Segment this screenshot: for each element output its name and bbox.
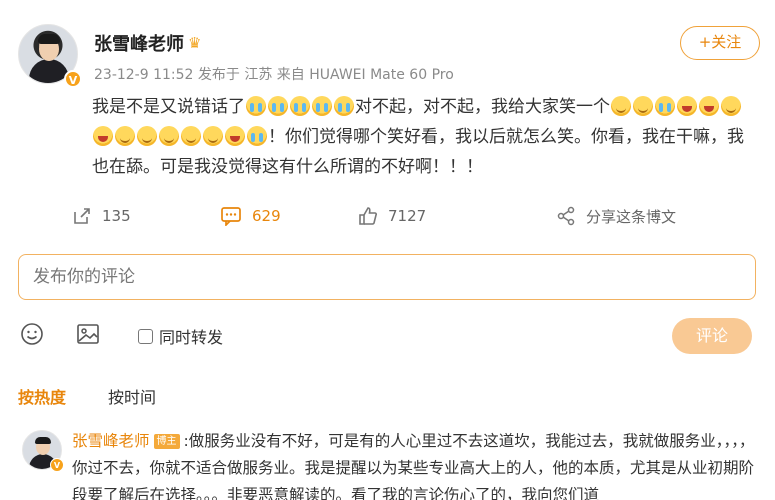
tab-sort-by-hot[interactable]: 按热度 (18, 384, 66, 408)
action-bar: 135 629 7127 分享这条博文 (0, 196, 775, 236)
smile-emoji-icon (159, 126, 179, 146)
crying-emoji-icon (247, 126, 267, 146)
author-tag-badge: 博主 (153, 434, 180, 449)
crown-icon: ♛ (188, 34, 202, 52)
comment-count: 629 (252, 207, 281, 225)
post-text-part1: 我是不是又说错话了 (92, 97, 245, 117)
crying-emoji-icon (334, 96, 354, 116)
post-meta: 23-12-9 11:52 发布于 江苏 来自 HUAWEI Mate 60 P… (94, 67, 454, 83)
smile-emoji-icon (721, 96, 741, 116)
smile-emoji-icon (181, 126, 201, 146)
repost-icon (74, 208, 90, 224)
comment-input[interactable] (18, 254, 756, 300)
author-name[interactable]: 张雪峰老师 ♛ (94, 30, 201, 56)
smile-emoji-icon (203, 126, 223, 146)
emoji-icon (21, 323, 43, 345)
smile-emoji-icon (633, 96, 653, 116)
share-icon (557, 206, 575, 226)
smile-emoji-icon (115, 126, 135, 146)
comment-text: 张雪峰老师 博主:做服务业没有不好，可是有的人心里过不去这道坎，我能过去，我就做服… (72, 428, 762, 500)
crying-emoji-icon (312, 96, 332, 116)
share-button[interactable]: 分享这条博文 (556, 204, 676, 228)
repost-button[interactable]: 135 (72, 204, 131, 228)
smile-emoji-icon (137, 126, 157, 146)
crying-emoji-icon (290, 96, 310, 116)
like-button[interactable]: 7127 (358, 204, 426, 228)
post-text-part2: 对不起，对不起，我给大家笑一个 (355, 97, 610, 117)
crying-emoji-icon (655, 96, 675, 116)
verified-badge-icon: V (64, 70, 82, 88)
comment-button[interactable]: 629 (220, 204, 281, 228)
compose-toolbar: 同时转发 评论 (18, 318, 758, 354)
crying-emoji-icon (268, 96, 288, 116)
image-icon (77, 324, 99, 344)
checkbox-box[interactable] (138, 328, 153, 344)
submit-comment-button[interactable]: 评论 (672, 318, 752, 354)
comment-icon (221, 207, 241, 226)
crying-emoji-icon (246, 96, 266, 116)
like-count: 7127 (388, 207, 427, 225)
laugh-emoji-icon (93, 126, 113, 146)
smile-emoji-icon (611, 96, 631, 116)
follow-button[interactable]: +关注 (680, 26, 760, 60)
repost-count: 135 (102, 207, 131, 225)
laugh-emoji-icon (225, 126, 245, 146)
share-label: 分享这条博文 (586, 207, 677, 226)
comment-item: V 张雪峰老师 博主:做服务业没有不好，可是有的人心里过不去这道坎，我能过去，我就… (18, 424, 768, 500)
forward-label: 同时转发 (159, 328, 224, 347)
tab-sort-by-time[interactable]: 按时间 (108, 384, 156, 408)
laugh-emoji-icon (677, 96, 697, 116)
verified-badge-icon: V (50, 458, 64, 472)
post-text: 我是不是又说错话了 对不起，对不起，我给大家笑一个！你们觉得哪个笑好看，我以后就怎… (92, 92, 760, 182)
image-upload-button[interactable] (76, 322, 100, 350)
author-name-text: 张雪峰老师 (94, 34, 184, 55)
laugh-emoji-icon (699, 96, 719, 116)
thumbs-up-icon (359, 207, 377, 225)
post-header: V 张雪峰老师 ♛ 23-12-9 11:52 发布于 江苏 来自 HUAWEI … (14, 22, 764, 92)
emoji-picker-button[interactable] (20, 322, 44, 350)
forward-checkbox[interactable]: 同时转发 (138, 324, 223, 348)
reply-author-name[interactable]: 张雪峰老师 (72, 432, 150, 450)
